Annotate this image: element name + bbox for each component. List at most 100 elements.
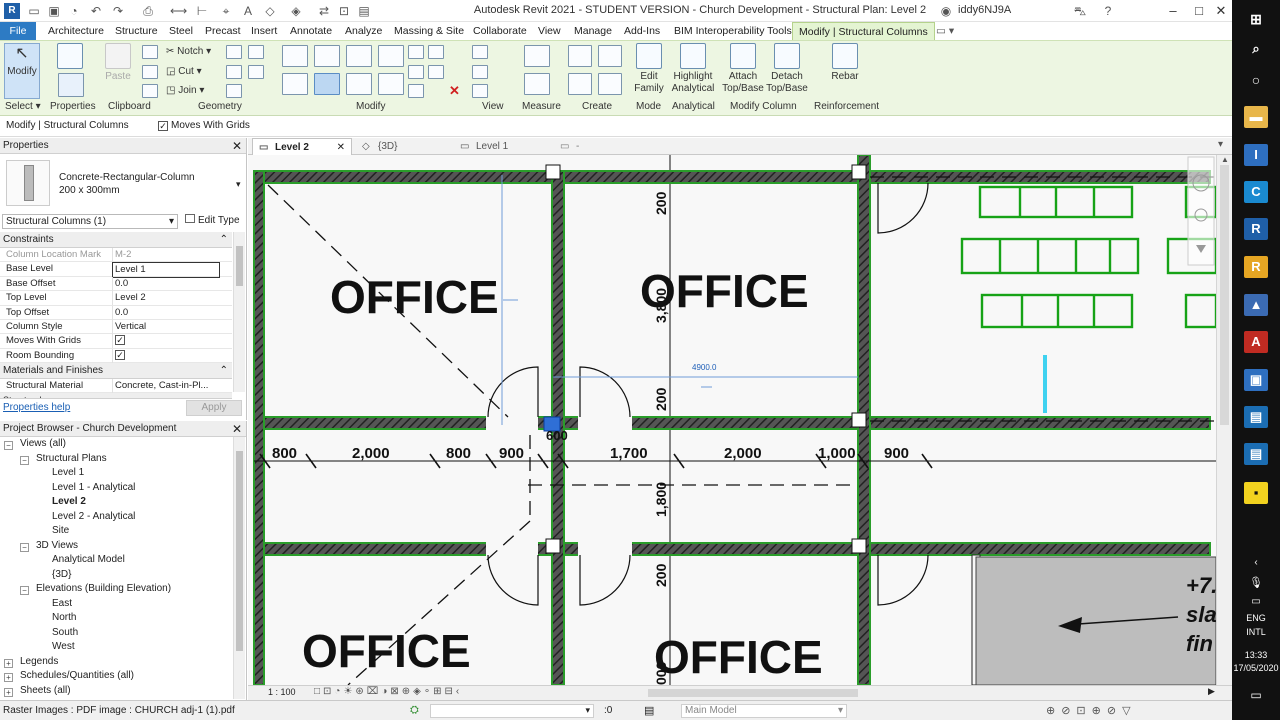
cut-button[interactable]: ◲ Cut ▾ [166, 66, 202, 77]
sticky-notes-icon[interactable]: ▪ [1244, 482, 1268, 504]
room-label[interactable]: OFFICE [330, 271, 499, 323]
attach-top-base-button[interactable]: Attach Top/Base [720, 43, 766, 95]
unpin-icon[interactable] [428, 65, 444, 79]
dimension-label[interactable]: 2,000 [352, 445, 390, 462]
horizontal-scroll-thumb[interactable] [648, 689, 858, 697]
create-similar-icon[interactable] [598, 73, 622, 95]
wall[interactable] [253, 170, 265, 685]
browser-item[interactable]: Level 2 [52, 496, 86, 507]
tab-collaborate[interactable]: Collaborate [471, 22, 529, 40]
wall[interactable] [253, 170, 1211, 184]
linework-icon[interactable] [472, 84, 488, 98]
property-value[interactable]: Vertical [112, 320, 220, 334]
property-value[interactable]: Level 2 [112, 291, 220, 306]
browser-scrollbar[interactable] [233, 437, 245, 699]
switch-windows-icon[interactable]: ▤ [356, 3, 372, 19]
cope-icon[interactable] [142, 45, 158, 59]
browser-item[interactable]: 3D Views [36, 540, 78, 551]
match-type-icon[interactable] [142, 84, 158, 98]
dimension-label[interactable]: 200 [653, 191, 669, 215]
notch-button[interactable]: ✂ Notch ▾ [166, 46, 211, 57]
ribbon-options-icon[interactable]: ▭ ▾ [934, 22, 956, 40]
scroll-up-icon[interactable]: ▲ [1221, 155, 1229, 164]
revit-logo-icon[interactable]: R [4, 3, 20, 19]
scroll-thumb[interactable] [1220, 165, 1229, 425]
browser-item[interactable]: Legends [20, 656, 58, 667]
worksets-icon[interactable]: ⛭ [410, 704, 419, 717]
element-selector[interactable]: Structural Columns (1) ▾ [2, 214, 178, 229]
property-row[interactable]: Column Location Mark M-2 [0, 248, 232, 263]
tab-add-ins[interactable]: Add-Ins [622, 22, 662, 40]
workset-dropdown[interactable]: ▾ [430, 704, 594, 718]
wall-joins-icon[interactable] [248, 45, 264, 59]
type-properties-button[interactable] [52, 43, 88, 71]
split-face-icon[interactable] [226, 45, 242, 59]
tab-annotate[interactable]: Annotate [288, 22, 334, 40]
close-button[interactable]: ✕ [1210, 2, 1232, 20]
property-value[interactable]: 0.0 [112, 276, 220, 291]
maximize-button[interactable]: □ [1188, 2, 1210, 20]
tab-insert[interactable]: Insert [249, 22, 279, 40]
view-scale[interactable]: 1 : 100 [268, 687, 296, 697]
edit-type-button[interactable]: Edit Type [185, 214, 240, 226]
create-parts-icon[interactable] [598, 45, 622, 67]
dimension-label[interactable]: 200 [653, 563, 669, 587]
minimize-button[interactable]: – [1162, 2, 1184, 20]
materials-header[interactable]: Materials and Finishes ⌃ [0, 363, 232, 379]
override-graphics-icon[interactable] [472, 65, 488, 79]
scale-icon[interactable] [408, 84, 424, 98]
wall[interactable] [253, 416, 1211, 430]
tree-toggle-icon[interactable]: + [4, 658, 13, 668]
tab-structure[interactable]: Structure [113, 22, 160, 40]
delete-icon[interactable]: ✕ [449, 83, 460, 99]
show-hidden-icon[interactable]: ‹ [1232, 557, 1280, 568]
property-row[interactable]: Base Offset 0.0 [0, 276, 232, 292]
dimension-label[interactable]: 600 [546, 428, 568, 443]
highlight-analytical-button[interactable]: Highlight Analytical [670, 43, 716, 95]
property-row[interactable]: Top Offset 0.0 [0, 305, 232, 320]
tree-toggle-icon[interactable]: − [20, 586, 29, 595]
tab-manage[interactable]: Manage [572, 22, 614, 40]
view-tab-more[interactable]: ▭ - [554, 138, 614, 155]
room-bounding-check[interactable]: ✓ [115, 349, 125, 360]
browser-item[interactable]: South [52, 627, 78, 638]
hide-icon[interactable] [472, 45, 488, 59]
battery-icon[interactable]: ▭ [1232, 596, 1280, 607]
properties-button[interactable] [58, 73, 84, 97]
align-icon[interactable] [282, 45, 308, 67]
property-row[interactable]: Room Bounding ✓ [0, 348, 232, 364]
browser-item[interactable]: Level 2 - Analytical [52, 511, 135, 522]
demolish-icon[interactable] [226, 84, 242, 98]
tab-steel[interactable]: Steel [167, 22, 195, 40]
tree-toggle-icon[interactable]: − [20, 455, 29, 465]
dimension-label[interactable]: 800 [446, 445, 471, 462]
tree-toggle-icon[interactable]: + [4, 673, 13, 682]
room-label[interactable]: OFFICE [654, 631, 823, 683]
move-icon[interactable] [282, 73, 308, 95]
type-size[interactable]: 200 x 300mm [59, 185, 120, 196]
section-icon[interactable]: ◈ [288, 3, 304, 19]
create-group-icon[interactable] [568, 73, 592, 95]
tab-view[interactable]: View [536, 22, 563, 40]
clock-time[interactable]: 13:33 [1232, 650, 1280, 660]
dimension-label[interactable]: 2,000 [724, 445, 762, 462]
temp-dimension-value[interactable]: 4900.0 [692, 363, 717, 372]
input-language-1[interactable]: ENG [1232, 613, 1280, 623]
view-control-icons[interactable]: □⊡◔☀⊛⌧◑⊠⊕◈∘⊞⊟‹ [314, 686, 462, 697]
tree-toggle-icon[interactable]: + [4, 687, 13, 697]
property-row[interactable]: Top Level Level 2 [0, 291, 232, 306]
split-element-icon[interactable] [408, 45, 424, 59]
help-icon[interactable]: ? [1100, 3, 1116, 19]
view-tab-3d[interactable]: ◇ {3D} [356, 138, 456, 155]
column[interactable] [545, 538, 561, 554]
mic-icon[interactable]: 🎙 [1232, 576, 1280, 589]
property-value[interactable]: ✓ [112, 348, 220, 363]
app-2020b-icon[interactable]: ▤ [1244, 443, 1268, 465]
column[interactable] [851, 412, 867, 428]
property-row[interactable]: Column Style Vertical [0, 320, 232, 335]
thin-lines-icon[interactable]: ⇄ [316, 3, 332, 19]
tab-precast[interactable]: Precast [203, 22, 243, 40]
floor-plan[interactable]: 4900.0 +7. sla fin 800 2,000 800 900 600… [248, 155, 1216, 685]
tab-architecture[interactable]: Architecture [46, 22, 106, 40]
user-icon[interactable]: ◉ [938, 3, 954, 19]
